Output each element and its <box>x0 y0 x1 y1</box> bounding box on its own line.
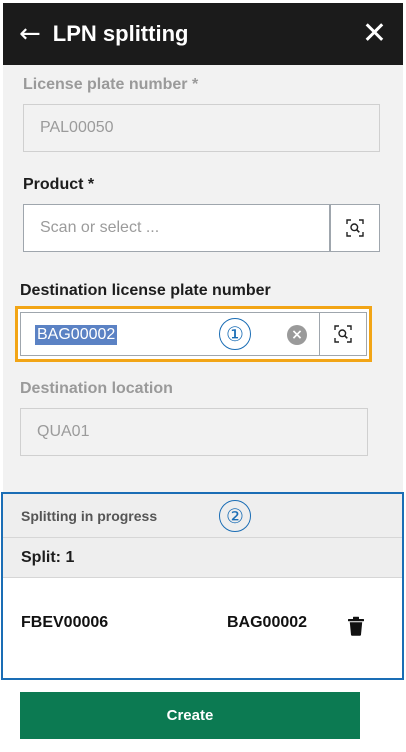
product-scan-button[interactable] <box>330 204 380 252</box>
arrow-left-icon[interactable]: ← <box>19 21 41 47</box>
product-placeholder: Scan or select ... <box>40 219 160 236</box>
app-header: ← LPN splitting ✕ <box>3 3 403 65</box>
destination-lpn-label: Destination license plate number <box>20 282 271 299</box>
destination-lpn-highlight: BAG00002 × <box>15 306 372 362</box>
item-lpn: BAG00002 <box>227 614 308 631</box>
create-button[interactable]: Create <box>20 692 360 739</box>
item-product: FBEV00006 <box>21 614 109 631</box>
scan-search-icon <box>334 325 352 343</box>
license-plate-label: License plate number * <box>23 76 199 93</box>
scan-search-icon <box>346 219 364 237</box>
product-label: Product * <box>23 176 95 193</box>
close-icon[interactable]: ✕ <box>362 19 387 49</box>
clear-circle-icon[interactable]: × <box>287 325 307 345</box>
license-plate-field: PAL00050 <box>23 104 380 152</box>
destination-lpn-input[interactable]: BAG00002 × <box>20 312 319 356</box>
annotation-marker-1: ① <box>219 318 251 350</box>
trash-icon[interactable] <box>347 616 365 636</box>
split-count: Split: 1 <box>3 538 402 578</box>
destination-location-field: QUA01 <box>20 408 368 456</box>
product-input[interactable]: Scan or select ... <box>23 204 330 252</box>
split-count-label: Split: 1 <box>21 548 75 566</box>
destination-scan-button[interactable] <box>319 312 367 356</box>
list-item: FBEV00006 BAG00002 <box>5 584 400 674</box>
progress-heading-label: Splitting in progress <box>21 507 158 524</box>
splitting-progress-panel: Splitting in progress Split: 1 FBEV00006… <box>1 492 404 680</box>
license-plate-value: PAL00050 <box>40 119 114 136</box>
annotation-marker-2: ② <box>219 500 251 532</box>
destination-lpn-value: BAG00002 <box>35 325 118 345</box>
progress-heading: Splitting in progress <box>3 494 402 538</box>
destination-location-value: QUA01 <box>37 423 90 440</box>
page-title: LPN splitting <box>52 21 189 46</box>
destination-location-label: Destination location <box>20 380 173 397</box>
